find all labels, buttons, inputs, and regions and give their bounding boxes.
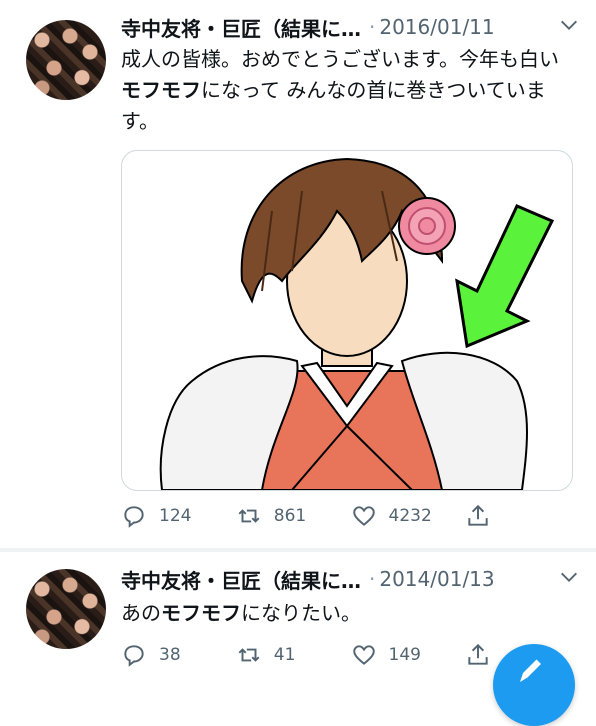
share-icon (468, 504, 488, 526)
reply-count: 124 (159, 506, 192, 526)
text-segment: あの (121, 601, 161, 625)
tweet-text: あのモフモフになりたい。 (121, 598, 572, 629)
retweet-icon (238, 509, 260, 523)
avatar[interactable] (26, 569, 106, 649)
chevron-down-icon[interactable] (558, 566, 580, 588)
reply-icon (124, 506, 144, 528)
separator: · (369, 567, 376, 591)
tweet[interactable]: 寺中友将・巨匠（結果に… · 2016/01/11 成人の皆様。おめでとうござい… (0, 0, 596, 548)
compose-button[interactable] (493, 644, 575, 726)
tweet-header: 寺中友将・巨匠（結果に… · 2016/01/11 (121, 12, 580, 42)
compose-icon (520, 659, 541, 682)
text-segment: 成人の皆様。おめでとうございます。今年も白い (121, 47, 559, 71)
chevron-down-icon[interactable] (558, 14, 580, 36)
like-count: 4232 (388, 506, 432, 526)
tweet-image[interactable] (121, 150, 573, 491)
tweet-header: 寺中友将・巨匠（結果に… · 2014/01/13 (121, 564, 580, 594)
tweet-actions: 124 861 4232 (121, 499, 580, 533)
text-segment-bold: モフモフ (121, 78, 201, 102)
avatar[interactable] (26, 20, 106, 100)
separator: · (369, 15, 376, 39)
like-button[interactable]: 149 (351, 642, 466, 668)
share-icon (468, 643, 488, 665)
illustration (159, 157, 555, 490)
tweet-text: 成人の皆様。おめでとうございます。今年も白いモフモフになって みんなの首に巻きつ… (121, 44, 572, 137)
author-name[interactable]: 寺中友将・巨匠（結果に… (121, 565, 361, 594)
retweet-count: 861 (273, 506, 307, 526)
tweet-date[interactable]: 2014/01/13 (379, 567, 494, 591)
like-button[interactable]: 4232 (351, 503, 466, 529)
share-button[interactable] (465, 503, 580, 529)
like-count: 149 (388, 645, 421, 665)
retweet-count: 41 (273, 645, 296, 665)
like-icon (352, 645, 375, 665)
retweet-button[interactable]: 41 (236, 642, 351, 668)
author-name[interactable]: 寺中友将・巨匠（結果に… (121, 13, 361, 42)
text-segment-bold: モフモフ (161, 601, 241, 625)
text-segment: になりたい。 (241, 601, 361, 625)
reply-button[interactable]: 124 (121, 503, 236, 529)
tweet-date[interactable]: 2016/01/11 (379, 15, 494, 39)
retweet-button[interactable]: 861 (236, 503, 351, 529)
retweet-icon (238, 648, 260, 662)
reply-count: 38 (159, 645, 181, 665)
reply-button[interactable]: 38 (121, 642, 236, 668)
reply-icon (124, 645, 144, 667)
like-icon (352, 506, 375, 526)
